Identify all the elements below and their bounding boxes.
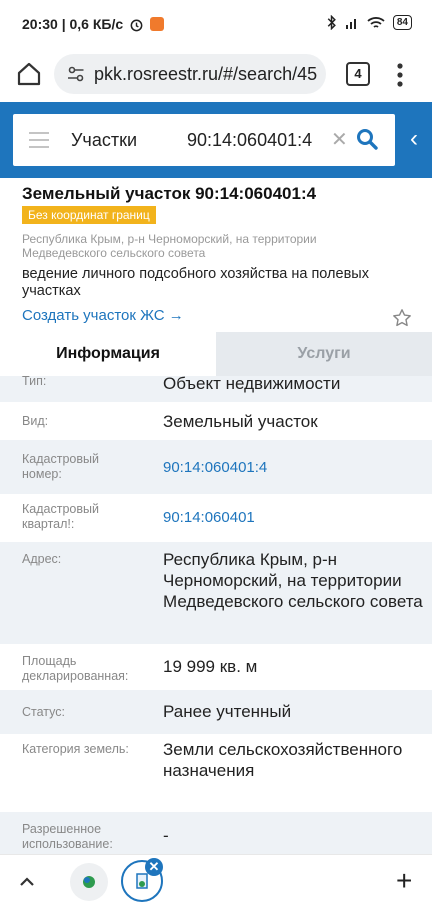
cadastral-number-link[interactable]: 90:14:060401:4: [163, 457, 425, 478]
table-row: Кадастровый квартал!: 90:14:060401: [0, 494, 432, 542]
row-value: 19 999 кв. м: [163, 657, 258, 676]
signal-icon: [345, 18, 356, 29]
search-type-select[interactable]: Участки: [71, 130, 137, 151]
tab-information[interactable]: Информация: [0, 332, 216, 376]
home-icon[interactable]: [16, 61, 42, 87]
table-row: Кадастровый номер: 90:14:060401:4: [0, 440, 432, 494]
site-favicon-icon: [83, 876, 95, 888]
row-label: Кадастровый квартал!:: [22, 502, 99, 531]
table-row: Разрешенное использование: -: [0, 812, 432, 854]
browser-bottom-bar: ✕ +: [0, 854, 432, 911]
battery-indicator: 84: [392, 15, 412, 30]
wifi-icon: [367, 16, 385, 28]
url-text[interactable]: pkk.rosreestr.ru/#/search/45: [94, 64, 317, 85]
search-box: Участки 90:14:060401:4 ✕: [13, 114, 395, 166]
row-label: Кадастровый номер:: [22, 452, 99, 481]
chevron-up-icon[interactable]: [16, 871, 38, 893]
address-bar[interactable]: pkk.rosreestr.ru/#/search/45: [54, 54, 326, 94]
browser-toolbar: pkk.rosreestr.ru/#/search/45 4: [0, 50, 432, 100]
alarm-icon: [130, 19, 143, 31]
star-icon[interactable]: [392, 308, 412, 328]
row-label: Категория земель:: [22, 742, 129, 756]
tab-services[interactable]: Услуги: [216, 332, 432, 376]
row-label: Разрешенное использование:: [22, 822, 113, 851]
bluetooth-icon: [327, 15, 336, 30]
row-value: Земли сельскохозяйственного назначения: [163, 740, 403, 780]
new-tab-icon[interactable]: +: [396, 867, 412, 895]
status-time: 20:30 | 0,6 КБ/с: [22, 16, 124, 32]
row-label: Статус:: [22, 705, 65, 719]
object-title: Земельный участок 90:14:060401:4: [22, 184, 317, 203]
clear-search-icon[interactable]: ✕: [331, 130, 348, 150]
row-label: Вид:: [22, 414, 49, 428]
site-info-icon[interactable]: [66, 64, 86, 84]
row-value: Земельный участок: [163, 412, 318, 431]
status-badge: Без координат границ: [22, 206, 156, 224]
attribute-table: Тип: Объект недвижимости Вид: Земельный …: [0, 376, 432, 854]
table-row: Тип: Объект недвижимости: [0, 376, 432, 402]
object-purpose: ведение личного подсобного хозяйства на …: [22, 266, 369, 299]
tab-thumbnail[interactable]: [70, 863, 108, 901]
row-value: Объект недвижимости: [163, 376, 341, 393]
search-header: Участки 90:14:060401:4 ✕ ‹: [0, 102, 432, 178]
collapse-panel-icon[interactable]: ‹: [410, 124, 418, 154]
table-row: Вид: Земельный участок: [0, 402, 432, 440]
row-value: -: [163, 826, 169, 845]
hamburger-menu-icon[interactable]: [29, 132, 49, 148]
close-tab-icon[interactable]: ✕: [145, 858, 163, 876]
object-address: Республика Крым, р-н Черноморский, на те…: [22, 232, 317, 260]
search-icon[interactable]: [356, 128, 378, 150]
row-label: Площадь декларированная:: [22, 654, 129, 683]
table-row: Категория земель: Земли сельскохозяйстве…: [0, 734, 432, 812]
table-row: Статус: Ранее учтенный: [0, 690, 432, 734]
search-input[interactable]: 90:14:060401:4: [187, 130, 312, 151]
create-plot-link[interactable]: Создать участок ЖС →: [22, 307, 184, 324]
row-label: Тип:: [22, 376, 47, 388]
info-tabs: Информация Услуги: [0, 332, 432, 376]
status-bar: 20:30 | 0,6 КБ/с 84: [0, 0, 432, 50]
table-row: Адрес: Республика Крым, р-н Черноморский…: [0, 542, 432, 644]
row-label: Адрес:: [22, 552, 62, 566]
app-notification-icon: [150, 17, 165, 31]
row-value: Ранее учтенный: [163, 702, 292, 721]
more-menu-icon[interactable]: [396, 62, 404, 88]
tab-switcher-button[interactable]: 4: [346, 62, 370, 86]
cadastral-quarter-link[interactable]: 90:14:060401: [163, 507, 425, 528]
table-row: Площадь декларированная: 19 999 кв. м: [0, 644, 432, 690]
row-value: Республика Крым, р-н Черноморский, на те…: [163, 550, 423, 611]
